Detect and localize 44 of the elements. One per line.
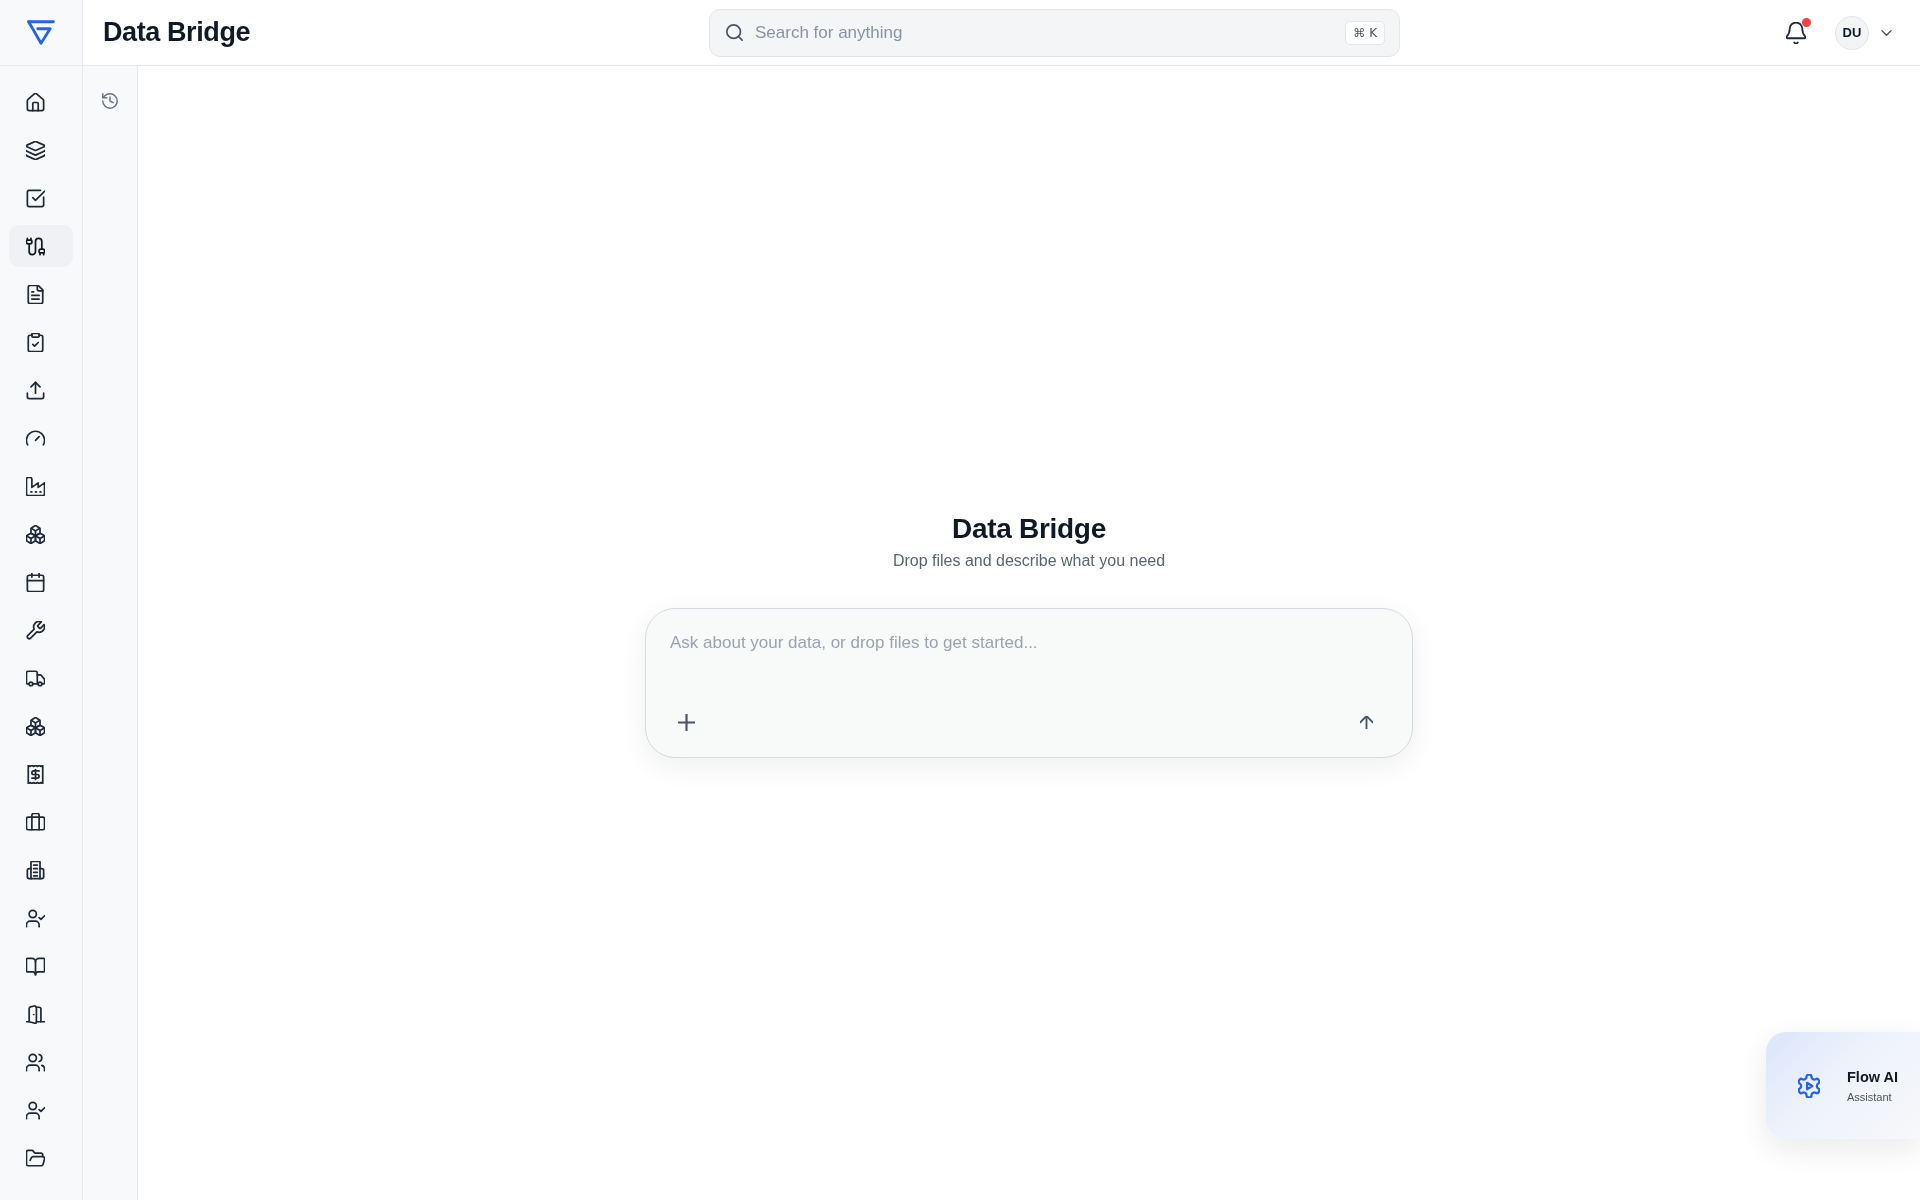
shortcut-hint: ⌘ K (1345, 20, 1385, 45)
receipt-icon (26, 764, 45, 784)
bell-icon (1786, 21, 1806, 44)
search-icon (726, 24, 743, 41)
logo-icon (27, 20, 55, 45)
checkbox-icon (26, 188, 45, 208)
assistant-subtitle: Assistant (1847, 1090, 1893, 1103)
page-title: Data Bridge (952, 512, 1106, 545)
gear-icon (1798, 1073, 1820, 1098)
page-subtitle: Drop files and describe what you need (892, 551, 1166, 570)
assistant-widget[interactable]: Flow AI Assistant (1766, 1032, 1920, 1139)
cable-icon (26, 236, 45, 256)
chevron-down-icon (1881, 29, 1892, 36)
book-icon (26, 956, 45, 976)
upload-icon (26, 380, 45, 400)
plus-icon (677, 714, 695, 731)
user-check-icon (26, 908, 45, 928)
gauge-icon (26, 428, 45, 448)
cubes-icon (26, 716, 45, 736)
cubes-icon (26, 524, 45, 544)
user-check-icon (26, 1100, 45, 1120)
app-title: Data Bridge (103, 17, 251, 48)
door-icon (26, 1004, 45, 1024)
history-icon (102, 93, 118, 109)
assistant-title: Flow AI (1847, 1068, 1898, 1085)
building-icon (26, 860, 45, 880)
users-icon (26, 1052, 45, 1072)
document-icon (26, 284, 45, 304)
search-input[interactable]: Search for anything (755, 22, 1334, 43)
factory-icon (26, 476, 45, 496)
layers-icon (26, 140, 45, 160)
folder-icon (26, 1148, 45, 1168)
search-field[interactable]: Search for anything ⌘ K (709, 8, 1400, 57)
clipboard-check-icon (26, 332, 45, 352)
briefcase-icon (26, 812, 45, 832)
truck-icon (26, 668, 45, 688)
message-input[interactable]: Ask about your data, or drop files to get started... (670, 632, 1382, 707)
avatar-button[interactable]: DU (1835, 15, 1869, 50)
composer-field[interactable]: Ask about your data, or drop files to get started... (645, 607, 1413, 758)
wrench-icon (26, 620, 45, 640)
calendar-icon (26, 572, 45, 592)
nav-button[interactable] (9, 225, 73, 267)
dropdown-button[interactable] (1881, 29, 1892, 36)
home-icon (26, 92, 45, 112)
